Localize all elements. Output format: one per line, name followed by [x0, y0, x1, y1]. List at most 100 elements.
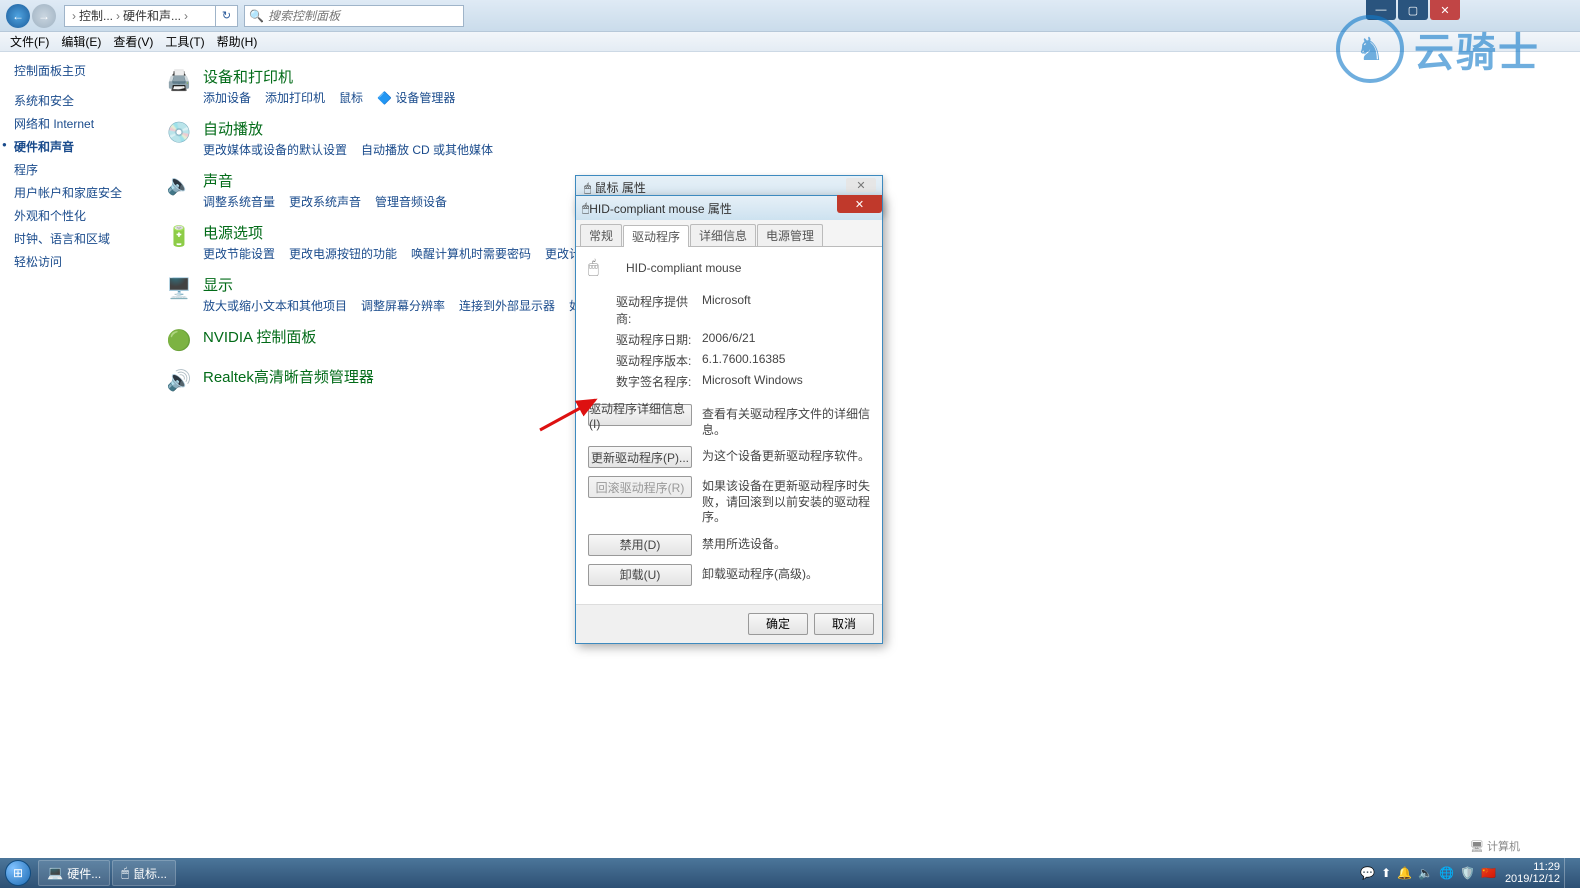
search-input[interactable] [268, 9, 459, 23]
dialog-tabs: 常规驱动程序详细信息电源管理 [576, 220, 882, 247]
clock[interactable]: 11:29 2019/12/12 [1505, 861, 1560, 885]
sidebar-item[interactable]: 外观和个性化 [14, 204, 155, 227]
sidebar-item[interactable]: 用户帐户和家庭安全 [14, 181, 155, 204]
category-row: 💿自动播放更改媒体或设备的默认设置自动播放 CD 或其他媒体 [165, 118, 1580, 158]
chevron-right-icon: › [69, 9, 79, 23]
dialog-button[interactable]: 驱动程序详细信息(I) [588, 404, 692, 426]
category-link[interactable]: 更改电源按钮的功能 [289, 247, 397, 261]
sidebar-item[interactable]: 时钟、语言和区域 [14, 227, 155, 250]
dialog-tab[interactable]: 常规 [580, 224, 622, 246]
menu-view[interactable]: 查看(V) [107, 31, 159, 52]
mouse-icon: 🖱 [588, 257, 616, 279]
info-label: 驱动程序版本: [616, 352, 702, 369]
cancel-button[interactable]: 取消 [814, 613, 874, 635]
category-title[interactable]: 显示 [203, 274, 1580, 295]
tray-icon[interactable]: 💬 [1360, 866, 1375, 880]
category-link[interactable]: 添加设备 [203, 91, 251, 105]
sidebar-item[interactable]: 网络和 Internet [14, 112, 155, 135]
category-icon: 🔈 [165, 170, 193, 198]
back-button[interactable]: ← [6, 4, 30, 28]
category-link[interactable]: 唤醒计算机时需要密码 [411, 247, 531, 261]
tray-icon[interactable]: 🛡️ [1460, 866, 1475, 880]
sidebar-item[interactable]: 轻松访问 [14, 250, 155, 273]
sidebar: 控制面板主页 系统和安全网络和 Internet硬件和声音程序用户帐户和家庭安全… [0, 52, 155, 858]
sidebar-item[interactable]: 程序 [14, 158, 155, 181]
maximize-button[interactable]: ▢ [1398, 0, 1428, 20]
category-link[interactable]: 调整系统音量 [203, 195, 275, 209]
tray-icon[interactable]: ⬆ [1381, 866, 1391, 880]
dialog-tab[interactable]: 电源管理 [757, 224, 823, 246]
category-link[interactable]: 调整屏幕分辨率 [361, 299, 445, 313]
system-tray: 💬 ⬆ 🔔 🔈 🌐 🛡️ 🇨🇳 11:29 2019/12/12 [1357, 858, 1580, 888]
category-links: 添加设备添加打印机鼠标 🔷 设备管理器 [203, 89, 1580, 106]
category-link[interactable]: 更改节能设置 [203, 247, 275, 261]
tray-icon[interactable]: 🔈 [1418, 866, 1433, 880]
dialog-hid-mouse-properties: 🖱 HID-compliant mouse 属性 ✕ 常规驱动程序详细信息电源管… [575, 195, 883, 644]
category-title[interactable]: Realtek高清晰音频管理器 [203, 366, 1580, 387]
mouse-icon: 🖱 [582, 201, 589, 216]
menubar: 文件(F) 编辑(E) 查看(V) 工具(T) 帮助(H) [0, 32, 1580, 52]
category-link[interactable]: 添加打印机 [265, 91, 325, 105]
start-button[interactable]: ⊞ [0, 858, 36, 888]
category-link[interactable]: 更改系统声音 [289, 195, 361, 209]
close-icon[interactable]: ✕ [846, 178, 876, 192]
breadcrumb-item[interactable]: 控制... [79, 7, 113, 24]
category-icon: 🖨️ [165, 66, 193, 94]
category-link[interactable]: 自动播放 CD 或其他媒体 [361, 143, 493, 157]
breadcrumb-item[interactable]: 硬件和声... [123, 7, 181, 24]
dialog-button[interactable]: 禁用(D) [588, 534, 692, 556]
category-title[interactable]: 设备和打印机 [203, 66, 1580, 87]
category-link[interactable]: 更改媒体或设备的默认设置 [203, 143, 347, 157]
category-title[interactable]: NVIDIA 控制面板 [203, 326, 1580, 347]
category-link[interactable]: 放大或缩小文本和其他项目 [203, 299, 347, 313]
refresh-button[interactable]: ↻ [216, 5, 238, 27]
button-description: 卸载驱动程序(高级)。 [702, 564, 818, 583]
taskbar: ⊞ 💻硬件...🖱鼠标... 💬 ⬆ 🔔 🔈 🌐 🛡️ 🇨🇳 11:29 2019/12/1… [0, 858, 1580, 888]
category-link[interactable]: 🔷 设备管理器 [377, 91, 455, 105]
button-row: 更新驱动程序(P)...为这个设备更新驱动程序软件。 [588, 446, 870, 468]
dialog-button[interactable]: 更新驱动程序(P)... [588, 446, 692, 468]
minimize-button[interactable]: — [1366, 0, 1396, 20]
taskbar-item[interactable]: 🖱鼠标... [112, 860, 176, 886]
tray-icon[interactable]: 🇨🇳 [1481, 866, 1496, 880]
device-name: HID-compliant mouse [626, 261, 741, 275]
sidebar-item[interactable]: 系统和安全 [14, 89, 155, 112]
tray-icon[interactable]: 🌐 [1439, 866, 1454, 880]
button-row: 禁用(D) 禁用所选设备。 [588, 534, 870, 556]
menu-file[interactable]: 文件(F) [4, 31, 55, 52]
info-value: Microsoft [702, 293, 751, 327]
forward-button[interactable]: → [32, 4, 56, 28]
category-title[interactable]: 声音 [203, 170, 1580, 191]
dialog-titlebar[interactable]: 🖱 HID-compliant mouse 属性 ✕ [576, 196, 882, 220]
tray-icon[interactable]: 🔔 [1397, 866, 1412, 880]
taskbar-item[interactable]: 💻硬件... [38, 860, 110, 886]
toolbar: ← → › 控制... › 硬件和声... › ↻ 🔍 [0, 0, 1580, 32]
dialog-tab[interactable]: 驱动程序 [623, 225, 689, 247]
category-link[interactable]: 鼠标 [339, 91, 363, 105]
breadcrumb[interactable]: › 控制... › 硬件和声... › [64, 5, 216, 27]
dialog-button[interactable]: 卸载(U) [588, 564, 692, 586]
show-desktop-button[interactable] [1564, 858, 1574, 888]
button-description: 禁用所选设备。 [702, 534, 786, 553]
dialog-button: 回滚驱动程序(R) [588, 476, 692, 498]
menu-tools[interactable]: 工具(T) [159, 31, 210, 52]
category-link[interactable]: 管理音频设备 [375, 195, 447, 209]
category-title[interactable]: 自动播放 [203, 118, 1580, 139]
search-box[interactable]: 🔍 [244, 5, 464, 27]
info-label: 驱动程序提供商: [616, 293, 702, 327]
dialog-body: 🖱 HID-compliant mouse 驱动程序提供商:Microsoft 驱… [576, 247, 882, 604]
category-title[interactable]: 电源选项 [203, 222, 1580, 243]
ok-button[interactable]: 确定 [748, 613, 808, 635]
menu-help[interactable]: 帮助(H) [211, 31, 264, 52]
category-link[interactable]: 连接到外部显示器 [459, 299, 555, 313]
sidebar-title[interactable]: 控制面板主页 [14, 62, 155, 79]
category-links: 更改节能设置更改电源按钮的功能唤醒计算机时需要密码更改计算机睡眠时间 [203, 245, 1580, 262]
sidebar-item[interactable]: 硬件和声音 [14, 135, 155, 158]
category-links: 放大或缩小文本和其他项目调整屏幕分辨率连接到外部显示器如何更正显示器闪烁 [203, 297, 1580, 314]
close-button[interactable]: ✕ [837, 195, 882, 213]
taskbar-item-label: 鼠标... [133, 865, 167, 882]
dialog-tab[interactable]: 详细信息 [690, 224, 756, 246]
close-button[interactable]: ✕ [1430, 0, 1460, 20]
clock-date: 2019/12/12 [1505, 873, 1560, 885]
menu-edit[interactable]: 编辑(E) [55, 31, 107, 52]
